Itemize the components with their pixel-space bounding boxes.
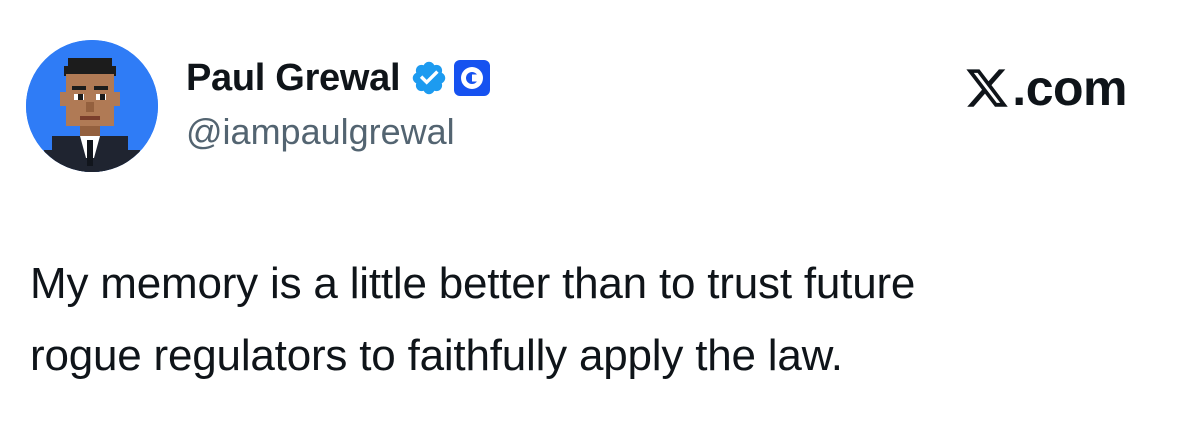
author-display-name[interactable]: Paul Grewal (186, 56, 401, 100)
tweet-card: Paul Grewal @iampaulgrewal .com My memor… (0, 0, 1179, 436)
tweet-text: My memory is a little better than to tru… (30, 248, 1150, 392)
x-logo-icon (964, 65, 1010, 111)
author-handle[interactable]: @iampaulgrewal (186, 110, 455, 154)
avatar[interactable] (26, 40, 158, 172)
verified-badge-icon[interactable] (410, 59, 448, 97)
x-brand: .com (964, 58, 1127, 118)
pixel-art-avatar-icon (26, 40, 158, 172)
tweet-line: My memory is a little better than to tru… (30, 259, 916, 308)
brand-domain: .com (1012, 60, 1127, 116)
coinbase-logo-icon[interactable] (454, 60, 491, 96)
author-name-row: Paul Grewal (186, 56, 491, 100)
tweet-line: rogue regulators to faithfully apply the… (30, 331, 843, 380)
